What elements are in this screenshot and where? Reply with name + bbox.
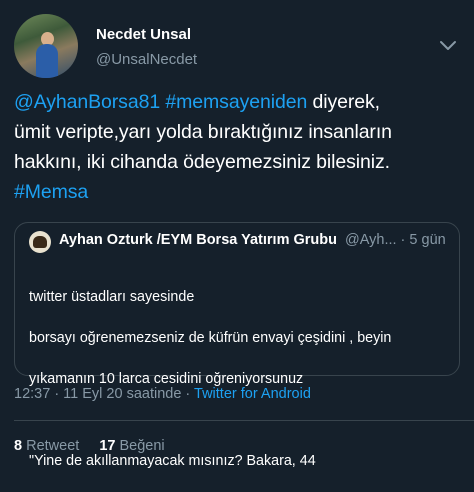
chevron-down-icon	[440, 41, 456, 50]
quoted-tweet-text: twitter üstadları sayesinde borsayı oğre…	[29, 266, 449, 492]
hashtag-link[interactable]: #memsayeniden	[165, 91, 307, 113]
like-count: 17	[99, 438, 116, 454]
retweet-count: 8	[14, 438, 23, 454]
tweet-text-segment: hakkını, iki cihanda ödeyemezsiniz biles…	[14, 151, 390, 173]
divider	[14, 420, 474, 421]
author-display-name[interactable]: Necdet Unsal	[96, 26, 191, 43]
author-avatar[interactable]	[14, 14, 78, 78]
tweet-source-link[interactable]: Twitter for Android	[194, 386, 311, 402]
quoted-line: twitter üstadları sayesinde	[29, 288, 195, 305]
avatar-body	[36, 44, 58, 78]
quoted-author-avatar	[29, 231, 51, 253]
tweet-text: @AyhanBorsa81 #memsayeniden diyerek, ümi…	[14, 87, 466, 207]
tweet-text-segment: ümit veripte,yarı yolda bıraktığınız ins…	[14, 121, 392, 143]
more-options-button[interactable]	[438, 38, 458, 54]
quoted-tweet[interactable]: Ayhan Ozturk /EYM Borsa Yatırım Grubu @A…	[14, 222, 460, 469]
retweet-label: Retweet	[26, 438, 80, 454]
quoted-handle-time: @Ayh... · 5 gün	[345, 232, 446, 248]
tweet-meta: 12:37 · 11 Eyl 20 saatinde · Twitter for…	[14, 386, 311, 402]
quoted-line: borsayı oğrenemezseniz de küfrün envayi …	[29, 329, 392, 346]
tweet-stats: 8 Retweet 17 Beğeni	[14, 438, 165, 454]
retweet-stat[interactable]: 8 Retweet	[14, 438, 79, 454]
hashtag-link[interactable]: #Memsa	[14, 181, 88, 203]
quoted-author-name: Ayhan Ozturk /EYM Borsa Yatırım Grubu	[59, 232, 337, 248]
author-handle[interactable]: @UnsalNecdet	[96, 51, 197, 68]
like-label: Beğeni	[119, 438, 165, 454]
tweet-timestamp[interactable]: 12:37 · 11 Eyl 20 saatinde ·	[14, 386, 194, 402]
tweet-text-segment: diyerek,	[307, 91, 381, 113]
like-stat[interactable]: 17 Beğeni	[99, 438, 164, 454]
mention-link[interactable]: @AyhanBorsa81	[14, 91, 160, 113]
bull-logo-icon	[33, 236, 47, 248]
